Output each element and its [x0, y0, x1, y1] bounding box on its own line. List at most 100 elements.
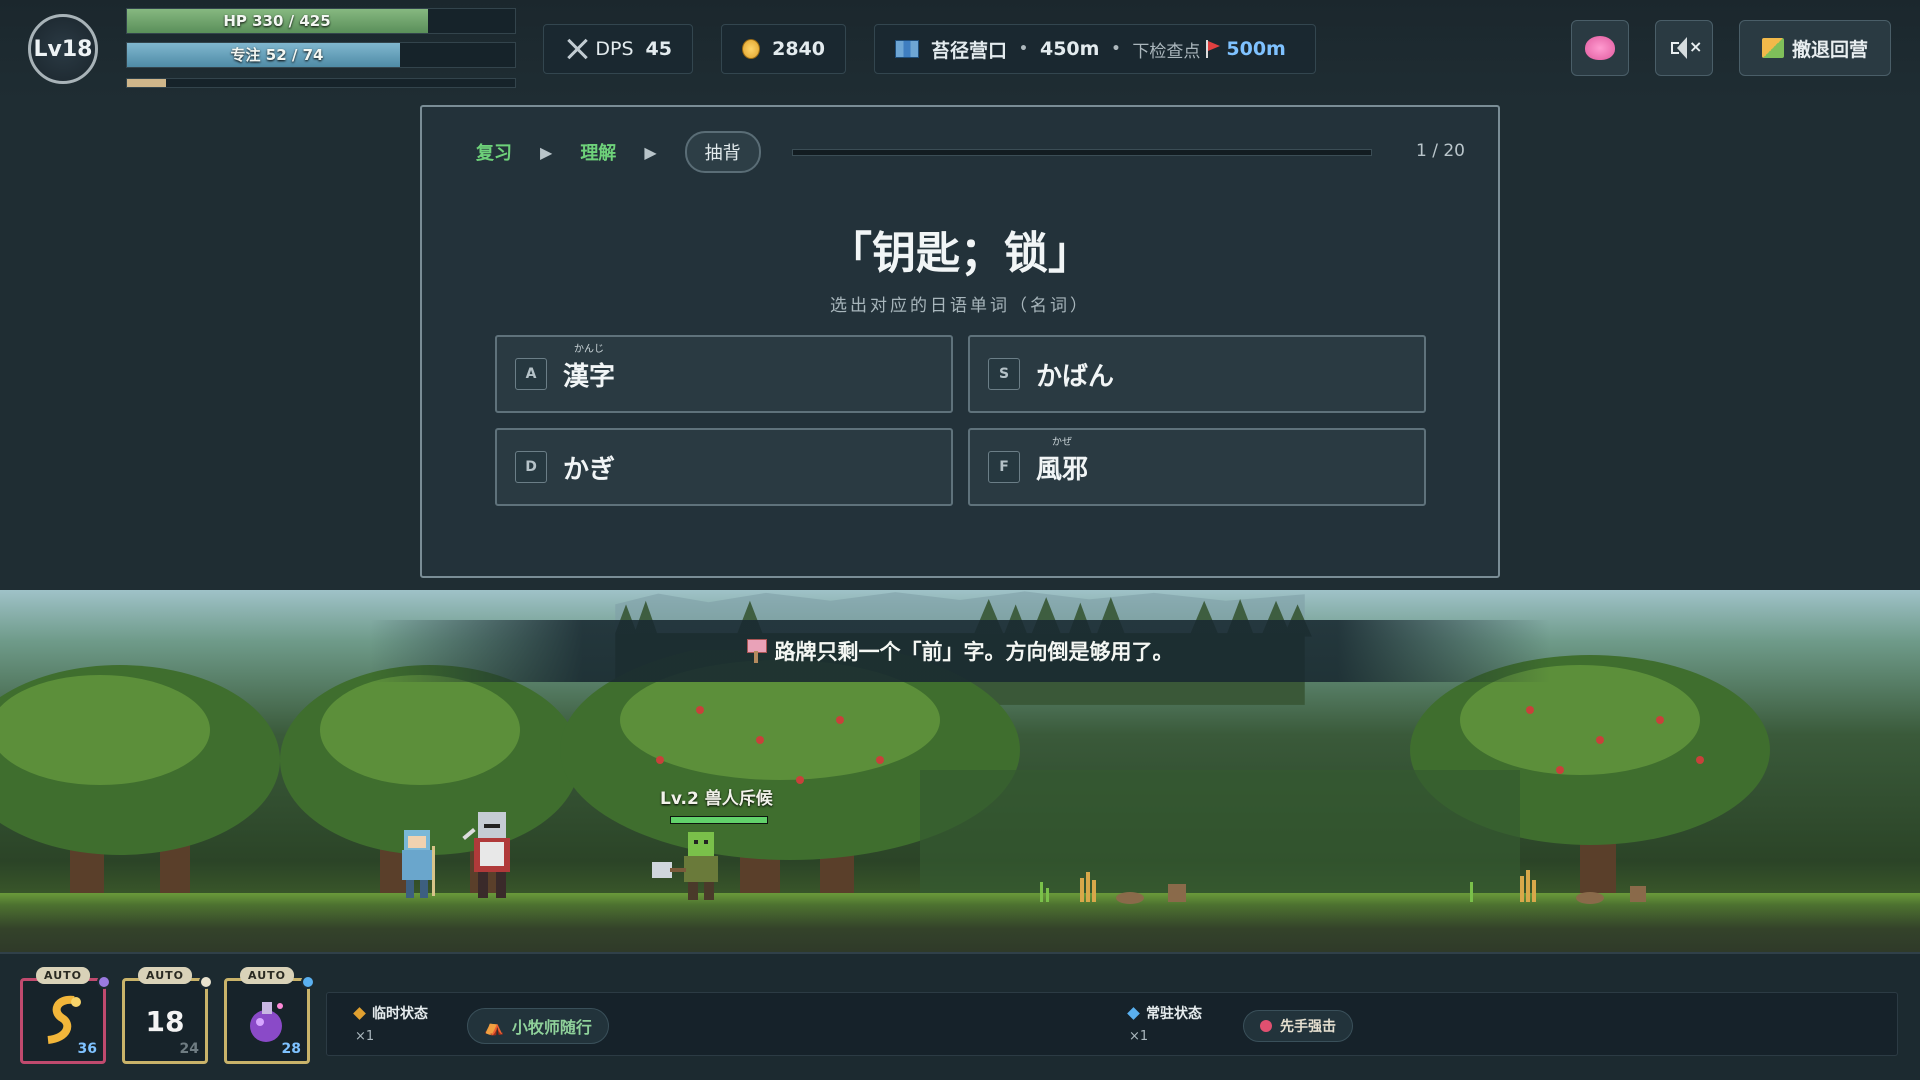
skill-cost: 24: [179, 1041, 199, 1057]
distance-value: 450m: [1039, 38, 1100, 60]
knight-hero-sprite: [462, 812, 510, 898]
hotkey-d: D: [515, 451, 547, 483]
top-hud: Lv18 HP 330 / 425 专注 52 / 74 DPS 45 2840…: [0, 0, 1920, 100]
event-banner: 路牌只剩一个「前」字。方向倒是够用了。: [370, 620, 1550, 682]
hotkey-s: S: [988, 358, 1020, 390]
question-counter: 1 / 20: [1416, 141, 1465, 161]
status-chip-priest[interactable]: ⛺ 小牧师随行: [467, 1008, 609, 1044]
furigana: かぜ: [1052, 436, 1072, 448]
option-text: かぎ: [563, 454, 616, 485]
battle-scene: 路牌只剩一个「前」字。方向倒是够用了。 Lv.2 兽人斥候: [0, 590, 1920, 952]
option-text: かばん: [1036, 361, 1115, 392]
option-word: かばん: [1036, 356, 1114, 393]
retreat-button[interactable]: 撤退回营: [1739, 20, 1891, 76]
status-bar: 临时状态 ×1 ⛺ 小牧师随行 常驻状态 ×1 先手强击: [326, 992, 1898, 1056]
play-arrow-icon: ▶: [540, 142, 553, 162]
quiz-progress-bar: [792, 149, 1372, 156]
step-review: 复习: [476, 143, 512, 164]
step-understand: 理解: [580, 143, 617, 164]
hotkey-f: F: [988, 451, 1020, 483]
dps-display: DPS 45: [543, 24, 693, 74]
separator-dot: •: [1111, 41, 1121, 57]
quiz-panel: 复习 ▶ 理解 ▶ 抽背 1 / 20 「钥匙；锁」 选出对应的日语单词（名词）…: [420, 105, 1500, 578]
skill-cooldown: 18: [145, 1004, 185, 1038]
priest-icon: ⛺: [484, 1016, 504, 1036]
crossed-swords-icon: [564, 36, 583, 62]
step-recall: 抽背: [684, 131, 761, 173]
purple-potion-icon: [250, 1002, 283, 1042]
skill-dot: [301, 975, 315, 989]
skill-slot-1[interactable]: AUTO 36: [20, 967, 111, 1064]
red-flag-icon: [1206, 40, 1221, 58]
status-chip-first-strike[interactable]: 先手强击: [1243, 1010, 1353, 1042]
skill-cost: 36: [77, 1041, 97, 1057]
diamond-icon: [1127, 1006, 1140, 1020]
retreat-label: 撤退回营: [1791, 38, 1868, 61]
auto-tag: AUTO: [240, 967, 294, 984]
option-word: かんじ 漢字: [563, 344, 616, 393]
answer-option-d[interactable]: D かぎ: [495, 428, 953, 506]
gold-display: 2840: [721, 24, 846, 74]
grass-decoration: [1040, 870, 1646, 904]
enemy-hp-bar: [670, 816, 768, 824]
status-chip-label: 先手强击: [1280, 1019, 1336, 1035]
golden-serpent-icon: [47, 995, 81, 1044]
answer-option-a[interactable]: A かんじ 漢字: [495, 335, 953, 413]
location-name: 苔径营口: [931, 39, 1008, 62]
permanent-status-count: ×1: [1129, 1029, 1149, 1044]
event-text: 路牌只剩一个「前」字。方向倒是够用了。: [774, 640, 1174, 664]
dps-label: DPS: [595, 38, 634, 60]
temporary-status-label: 临时状态: [353, 1003, 428, 1023]
gold-value: 2840: [772, 38, 825, 60]
option-word: かぜ 風邪: [1036, 437, 1089, 486]
brain-button[interactable]: [1571, 20, 1629, 76]
diamond-icon: [353, 1006, 366, 1020]
separator-dot: •: [1019, 41, 1028, 57]
enemy-hp-fill: [671, 817, 767, 823]
focus-text: 专注 52 / 74: [230, 46, 324, 64]
camp-icon: [1761, 38, 1784, 58]
speaker-muted-icon: ×: [1669, 35, 1702, 61]
hotkey-a: A: [515, 358, 547, 390]
temporary-status-count: ×1: [355, 1029, 375, 1044]
question-prompt: 「钥匙；锁」: [828, 228, 1092, 279]
location-display: 苔径营口 • 450m • 下检查点 500m: [874, 24, 1316, 74]
skill-cost: 28: [281, 1041, 301, 1057]
focus-bar: 专注 52 / 74: [126, 42, 516, 68]
skill-slot-3[interactable]: AUTO 28: [224, 967, 315, 1064]
signpost-icon: [746, 639, 767, 663]
level-badge: Lv18: [28, 14, 98, 84]
next-checkpoint-label: 下检查点: [1132, 41, 1201, 62]
skill-dot: [199, 975, 213, 989]
hp-text: HP 330 / 425: [223, 12, 331, 30]
option-word: かぎ: [563, 449, 615, 486]
auto-tag: AUTO: [138, 967, 192, 984]
coin-icon: [742, 39, 761, 59]
enemy-name: Lv.2 兽人斥候: [660, 789, 773, 809]
permanent-status-text: 常驻状态: [1146, 1006, 1202, 1022]
xp-bar-fill: [127, 79, 166, 87]
play-arrow-icon: ▶: [644, 142, 657, 162]
temporary-status-text: 临时状态: [372, 1006, 428, 1022]
skill-slot-2[interactable]: AUTO 18 24: [122, 967, 213, 1064]
priest-companion-sprite: [402, 830, 435, 898]
skill-dot: [97, 975, 111, 989]
answer-option-f[interactable]: F かぜ 風邪: [968, 428, 1426, 506]
answer-option-s[interactable]: S かばん: [968, 335, 1426, 413]
status-chip-label: 小牧师随行: [511, 1018, 592, 1037]
auto-tag: AUTO: [36, 967, 90, 984]
orc-scout-sprite[interactable]: [648, 832, 742, 902]
brain-icon: [1585, 36, 1615, 60]
map-icon: [895, 40, 919, 58]
question-hint: 选出对应的日语单词（名词）: [830, 296, 1090, 316]
option-text: 漢字: [563, 361, 616, 392]
hp-bar: HP 330 / 425: [126, 8, 516, 34]
target-icon: [1260, 1020, 1272, 1032]
bottom-hud: AUTO 36 AUTO 18 24 AUTO 28 临时状态 ×1 ⛺ 小牧师…: [0, 952, 1920, 1080]
quiz-steps: 复习 ▶ 理解 ▶ 抽背: [476, 131, 761, 173]
permanent-status-label: 常驻状态: [1127, 1003, 1202, 1023]
dps-value: 45: [645, 38, 672, 60]
next-checkpoint-distance: 500m: [1226, 38, 1286, 60]
mute-button[interactable]: ×: [1655, 20, 1713, 76]
option-text: 風邪: [1036, 454, 1089, 485]
